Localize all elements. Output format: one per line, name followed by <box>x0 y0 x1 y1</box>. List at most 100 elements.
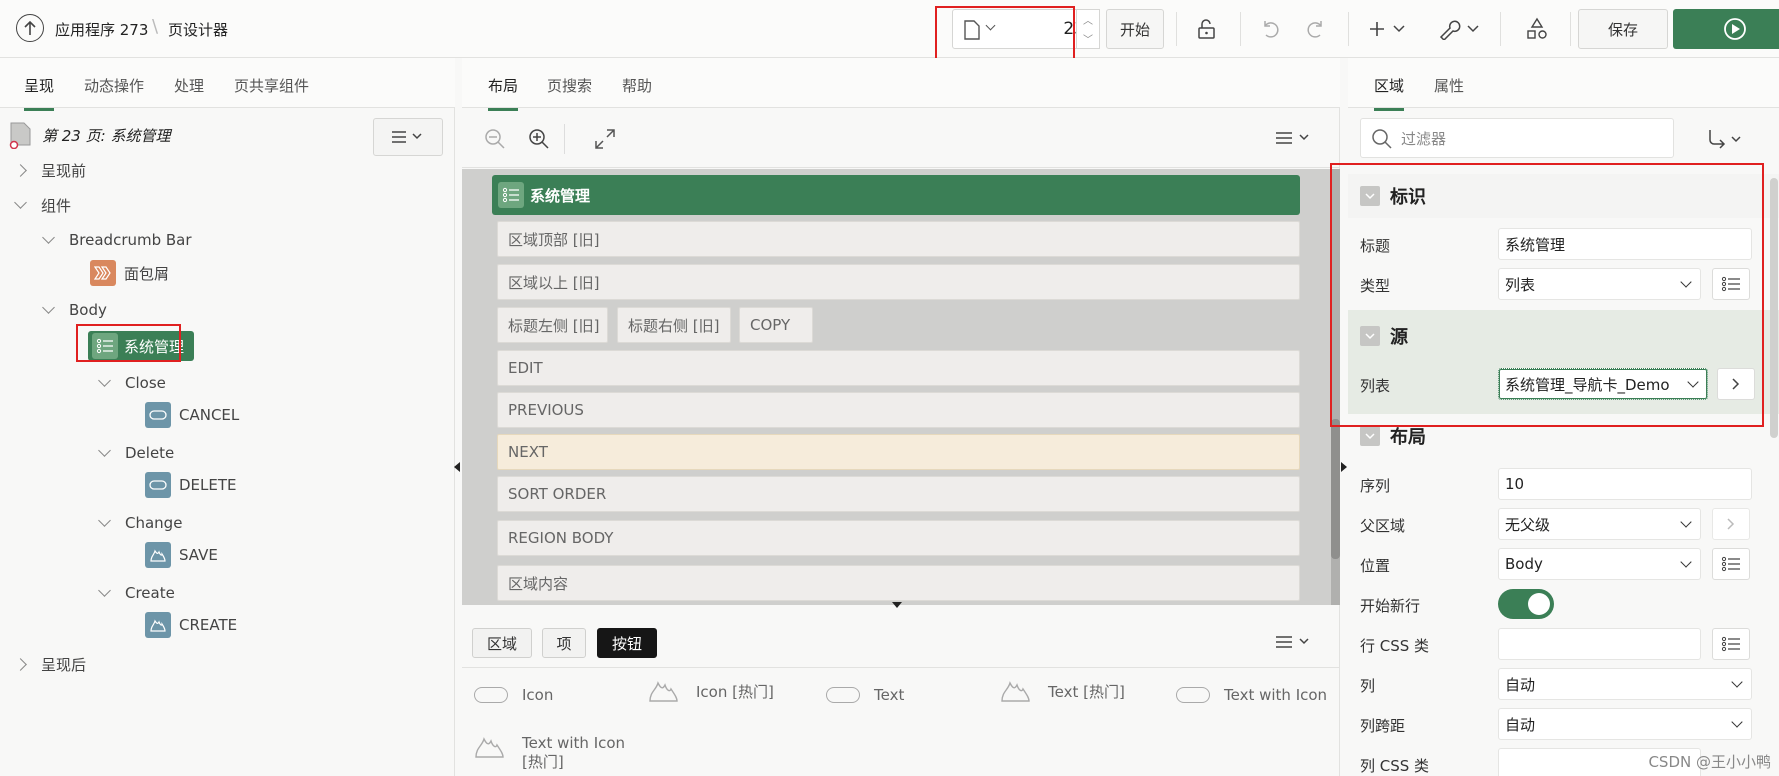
slot-region-body[interactable]: REGION BODY <box>497 520 1300 556</box>
slot-next[interactable]: NEXT <box>497 434 1300 470</box>
slot-region-top[interactable]: 区域顶部 [旧] <box>497 221 1300 257</box>
gallery-tab-regions[interactable]: 区域 <box>472 628 532 658</box>
tab-attributes[interactable]: 属性 <box>1434 75 1464 96</box>
zoom-in-icon[interactable] <box>528 128 550 150</box>
start-new-row-toggle[interactable] <box>1498 589 1554 619</box>
page-number-stepper[interactable]: ︿ ﹀ <box>1076 9 1100 49</box>
tree-node-create[interactable]: Create <box>98 581 175 605</box>
zoom-out-icon[interactable] <box>484 128 506 150</box>
list-picker-button[interactable] <box>1712 548 1750 580</box>
tab-processing[interactable]: 处理 <box>174 75 204 96</box>
section-layout[interactable]: 布局 <box>1348 414 1779 458</box>
undo-icon[interactable] <box>1256 14 1286 44</box>
tree-node-close[interactable]: Close <box>98 371 166 395</box>
expand-icon[interactable] <box>594 128 616 150</box>
tree-node-before-header[interactable]: 呈现前 <box>14 158 86 182</box>
slot-edit[interactable]: EDIT <box>497 350 1300 386</box>
list-select[interactable]: 系统管理_导航卡_Demo <box>1498 368 1708 400</box>
unlock-icon[interactable] <box>1192 14 1222 44</box>
utilities-wrench-icon[interactable] <box>1438 14 1482 44</box>
hamburger-menu-icon[interactable] <box>1274 130 1314 146</box>
run-page-button[interactable] <box>1673 9 1779 49</box>
start-button[interactable]: 开始 <box>1106 9 1164 49</box>
gallery-button-icon[interactable]: Icon <box>474 686 553 704</box>
slot-previous[interactable]: PREVIOUS <box>497 392 1300 428</box>
redo-icon[interactable] <box>1300 14 1330 44</box>
tree-node-breadcrumb[interactable]: 面包屑 <box>90 260 169 286</box>
tab-layout[interactable]: 布局 <box>488 75 519 111</box>
section-source[interactable]: 源 <box>1348 314 1779 358</box>
gallery-button-text-with-icon-hot[interactable]: Text with Icon [热门] <box>474 734 625 772</box>
chevron-down-icon <box>1731 676 1743 688</box>
tab-region[interactable]: 区域 <box>1374 75 1405 111</box>
slot-copy[interactable]: COPY <box>739 307 813 343</box>
chevron-down-icon[interactable] <box>1360 426 1380 446</box>
canvas-scrollbar-thumb[interactable] <box>1331 419 1340 559</box>
section-identification[interactable]: 标识 <box>1348 174 1779 218</box>
chevron-down-icon[interactable] <box>1360 326 1380 346</box>
page-selector[interactable]: 23 <box>952 9 1096 49</box>
tree-node-breadcrumb-bar[interactable]: Breadcrumb Bar <box>42 228 192 252</box>
tree-node-components[interactable]: 组件 <box>14 193 71 217</box>
layout-canvas[interactable]: 系统管理 区域顶部 [旧] 区域以上 [旧] 标题左侧 [旧] 标题右侧 [旧]… <box>462 169 1340 605</box>
app-breadcrumb-link[interactable]: 应用程序 273 <box>55 19 148 40</box>
slot-sort-order[interactable]: SORT ORDER <box>497 476 1300 512</box>
gallery-tab-items[interactable]: 项 <box>542 628 586 658</box>
left-splitter-arrow-icon[interactable] <box>454 462 460 472</box>
property-scrollbar[interactable] <box>1770 178 1778 438</box>
tab-help[interactable]: 帮助 <box>622 75 652 96</box>
tab-rendering[interactable]: 呈现 <box>24 75 55 111</box>
go-to-list-button[interactable] <box>1717 368 1755 400</box>
column-span-select[interactable]: 自动 <box>1498 708 1752 740</box>
tree-node-save[interactable]: SAVE <box>145 542 218 568</box>
page-node[interactable]: 第 23 页: 系统管理 <box>8 122 170 149</box>
tree-node-delete[interactable]: Delete <box>98 441 174 465</box>
slot-region-content[interactable]: 区域内容 <box>497 565 1300 601</box>
rendering-tree-panel: 呈现 动态操作 处理 页共享组件 第 23 页: 系统管理 呈现前 组件 Bre… <box>0 58 455 776</box>
sequence-input[interactable]: 10 <box>1498 468 1752 500</box>
type-select[interactable]: 列表 <box>1498 268 1701 300</box>
tree-menu-button[interactable] <box>373 118 443 156</box>
row-css-input[interactable] <box>1498 628 1701 660</box>
tab-dynamic-actions[interactable]: 动态操作 <box>84 75 144 96</box>
gallery-button-text-hot[interactable]: Text [热门] <box>1000 678 1125 704</box>
filter-input[interactable]: 过滤器 <box>1360 118 1674 158</box>
prop-label: 父区域 <box>1360 517 1406 535</box>
tab-page-search[interactable]: 页搜索 <box>547 75 592 96</box>
tab-page-shared-components[interactable]: 页共享组件 <box>234 75 309 96</box>
list-picker-button[interactable] <box>1712 628 1750 660</box>
tree-node-delete-button[interactable]: DELETE <box>145 472 237 498</box>
gallery-button-text[interactable]: Text <box>826 686 904 704</box>
page-designer-label: 页设计器 <box>168 21 229 39</box>
chevron-up-icon[interactable]: ︿ <box>1083 12 1093 27</box>
go-to-group-icon[interactable] <box>1706 128 1746 150</box>
tree-node-body[interactable]: Body <box>42 298 107 322</box>
tree-node-region-selected[interactable]: 系统管理 <box>88 331 194 361</box>
tree-node-after-header[interactable]: 呈现后 <box>14 652 86 676</box>
slot-above-region[interactable]: 区域以上 [旧] <box>497 264 1300 300</box>
parent-region-select[interactable]: 无父级 <box>1498 508 1701 540</box>
chevron-down-icon[interactable]: ﹀ <box>1083 31 1093 46</box>
splitter-arrow-down-icon[interactable] <box>892 602 902 608</box>
position-select[interactable]: Body <box>1498 548 1701 580</box>
tree-node-cancel[interactable]: CANCEL <box>145 402 239 428</box>
right-splitter-arrow-icon[interactable] <box>1341 462 1347 472</box>
create-menu-icon[interactable] <box>1366 14 1410 44</box>
title-input[interactable]: 系统管理 <box>1498 228 1752 260</box>
hamburger-menu-icon[interactable] <box>1274 634 1314 650</box>
save-button[interactable]: 保存 <box>1578 9 1668 49</box>
slot-title-left[interactable]: 标题左侧 [旧] <box>497 307 608 343</box>
column-select[interactable]: 自动 <box>1498 668 1752 700</box>
gallery-tab-buttons[interactable]: 按钮 <box>597 628 657 658</box>
chevron-down-icon[interactable] <box>1360 186 1380 206</box>
gallery-button-text-with-icon[interactable]: Text with Icon <box>1176 686 1327 704</box>
go-to-parent-button[interactable] <box>1712 508 1750 540</box>
up-arrow-icon[interactable] <box>16 14 44 42</box>
shared-components-icon[interactable] <box>1522 14 1552 44</box>
tree-node-create-button[interactable]: CREATE <box>145 612 237 638</box>
tree-node-change[interactable]: Change <box>98 511 182 535</box>
gallery-button-icon-hot[interactable]: Icon [热门] <box>648 678 774 704</box>
region-header[interactable]: 系统管理 <box>492 175 1300 215</box>
slot-title-right[interactable]: 标题右侧 [旧] <box>617 307 731 343</box>
list-picker-button[interactable] <box>1712 268 1750 300</box>
